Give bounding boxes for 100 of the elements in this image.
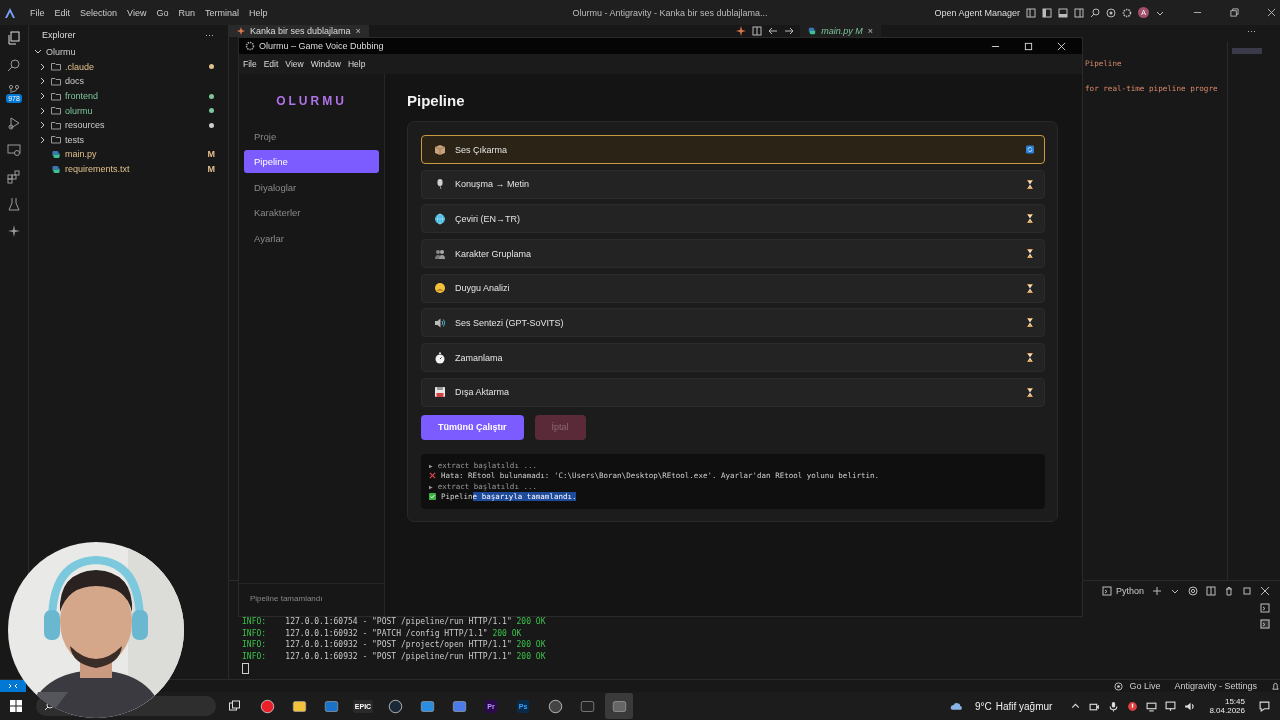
clock-time[interactable]: 15:45 <box>1224 697 1245 706</box>
files-icon[interactable] <box>7 31 21 45</box>
chevron-right-icon[interactable] <box>39 106 47 115</box>
remote-explorer-icon[interactable] <box>7 143 21 157</box>
menu-item[interactable]: Selection <box>80 7 118 18</box>
plus-icon[interactable] <box>1152 586 1162 596</box>
file-name[interactable]: requirements.txt <box>65 164 130 175</box>
menu-item[interactable]: Window <box>310 59 341 69</box>
volume-icon[interactable] <box>1184 700 1196 712</box>
nav-item[interactable]: Karakterler <box>244 201 379 225</box>
weather-temperature[interactable]: 9°C <box>974 700 992 712</box>
pipeline-step[interactable]: Konuşma → Metin <box>421 169 1045 199</box>
chevron-right-icon[interactable] <box>39 121 47 130</box>
menu-item[interactable]: Terminal <box>204 7 239 18</box>
stopwatch-icon <box>434 351 446 364</box>
settings-icon[interactable] <box>1122 7 1132 18</box>
windows-start-icon[interactable] <box>10 700 22 712</box>
run-debug-icon[interactable] <box>7 116 21 130</box>
bell-icon[interactable] <box>1271 681 1280 691</box>
menu-item[interactable]: Help <box>347 59 366 69</box>
menu-item[interactable]: View <box>285 59 304 69</box>
sidebar-toggle-icon[interactable] <box>1042 7 1052 18</box>
nav-item[interactable]: Ayarlar <box>244 226 379 250</box>
sparkle-icon[interactable] <box>736 26 747 36</box>
file-name[interactable]: frontend <box>65 91 99 102</box>
file-name[interactable]: olurmu <box>65 105 93 116</box>
split-editor-icon[interactable] <box>752 26 763 36</box>
extensions-icon[interactable] <box>7 170 21 184</box>
chevron-right-icon[interactable] <box>39 62 47 71</box>
more-actions-button[interactable]: ··· <box>1247 26 1256 36</box>
nav-item[interactable]: Pipeline <box>244 150 379 174</box>
broadcast-icon[interactable] <box>1114 681 1124 691</box>
task-view-icon[interactable] <box>228 700 241 712</box>
close-icon[interactable] <box>1057 41 1066 51</box>
close-icon[interactable] <box>1260 586 1270 596</box>
chevron-right-icon[interactable] <box>39 135 47 144</box>
pipeline-step[interactable]: Ses Çıkarma <box>421 135 1045 164</box>
flask-icon[interactable] <box>7 197 21 211</box>
pipeline-step[interactable]: Zamanlama <box>421 343 1045 373</box>
microphone-icon[interactable] <box>1108 700 1120 712</box>
maximize-icon[interactable] <box>1242 586 1252 596</box>
go-live-button[interactable]: Go Live <box>1129 681 1161 691</box>
nav-item[interactable]: Diyaloglar <box>244 175 379 199</box>
folder-name[interactable]: Olurmu <box>46 47 76 58</box>
menu-item[interactable]: Help <box>248 7 268 18</box>
agent-manager-link[interactable]: Open Agent Manager <box>934 7 1020 18</box>
back-arrow-icon[interactable] <box>768 26 779 36</box>
window-title: Olurmu – Game Voice Dubbing <box>259 41 384 51</box>
chevron-right-icon[interactable] <box>39 77 47 86</box>
layout-icon[interactable] <box>1074 7 1084 18</box>
app-logo-icon[interactable] <box>4 6 16 19</box>
more-actions-button[interactable]: ··· <box>205 30 214 40</box>
trash-icon[interactable] <box>1224 586 1234 596</box>
file-name[interactable]: .claude <box>65 61 95 72</box>
editor-tab[interactable]: Kanka bir ses dublajlama × <box>229 25 369 37</box>
network-icon[interactable] <box>1165 700 1177 712</box>
menu-item[interactable]: Edit <box>263 59 279 69</box>
layout-icon[interactable] <box>1026 7 1036 18</box>
display-icon[interactable] <box>1146 700 1158 712</box>
forward-arrow-icon[interactable] <box>784 26 795 36</box>
menu-item[interactable]: File <box>30 7 45 18</box>
chevron-right-icon[interactable] <box>39 92 47 101</box>
python-file-icon <box>808 27 817 35</box>
terminal-shell-label[interactable]: Python <box>1115 586 1144 596</box>
file-name[interactable]: docs <box>65 76 84 87</box>
nav-item[interactable]: Proje <box>244 125 379 148</box>
pipeline-step[interactable]: Dışa Aktarma <box>421 377 1045 407</box>
pipeline-step[interactable]: Çeviri (EN→TR) <box>421 204 1045 234</box>
restore-icon[interactable] <box>1230 8 1239 17</box>
weather-text[interactable]: Hafif yağmur <box>995 700 1053 712</box>
warning-icon[interactable] <box>1127 700 1139 712</box>
menu-item[interactable]: Run <box>178 7 195 18</box>
run-all-button[interactable]: Tümünü Çalıştır <box>421 414 524 440</box>
search-icon[interactable] <box>1090 7 1100 18</box>
file-name[interactable]: resources <box>65 120 105 131</box>
pipeline-step[interactable]: Duygu Analizi <box>421 273 1045 303</box>
remote-button[interactable] <box>0 680 26 692</box>
file-name[interactable]: tests <box>65 134 84 145</box>
editor-tab[interactable]: main.py M × <box>800 25 881 37</box>
file-name[interactable]: main.py <box>65 149 97 160</box>
split-terminal-icon[interactable] <box>1206 586 1216 596</box>
cloud-icon[interactable] <box>949 700 963 712</box>
source-control-icon[interactable] <box>7 85 21 93</box>
menu-item[interactable]: Edit <box>54 7 71 18</box>
close-icon[interactable] <box>1267 8 1276 17</box>
clock-date[interactable]: 8.04.2026 <box>1209 706 1245 715</box>
notification-icon[interactable] <box>1259 700 1270 712</box>
settings-status-item[interactable]: Antigravity - Settings <box>1174 681 1257 691</box>
maximize-icon[interactable] <box>1024 41 1033 51</box>
menu-item[interactable]: View <box>127 7 147 18</box>
panel-toggle-icon[interactable] <box>1058 7 1068 18</box>
pipeline-step[interactable]: Karakter Gruplama <box>421 239 1045 269</box>
face-emoji-icon <box>434 282 446 295</box>
pipeline-step[interactable]: Ses Sentezi (GPT-SoVITS) <box>421 308 1045 338</box>
sparkle-icon <box>237 27 245 35</box>
menu-item[interactable]: Go <box>156 7 169 18</box>
terminal-line: INFO: 127.0.0.1:60932 - "POST /pipeline/run HTTP/1.1" 200 OK <box>242 651 547 663</box>
search-icon[interactable] <box>7 58 21 72</box>
python-file-icon <box>51 164 61 174</box>
menu-item[interactable]: File <box>243 59 257 69</box>
